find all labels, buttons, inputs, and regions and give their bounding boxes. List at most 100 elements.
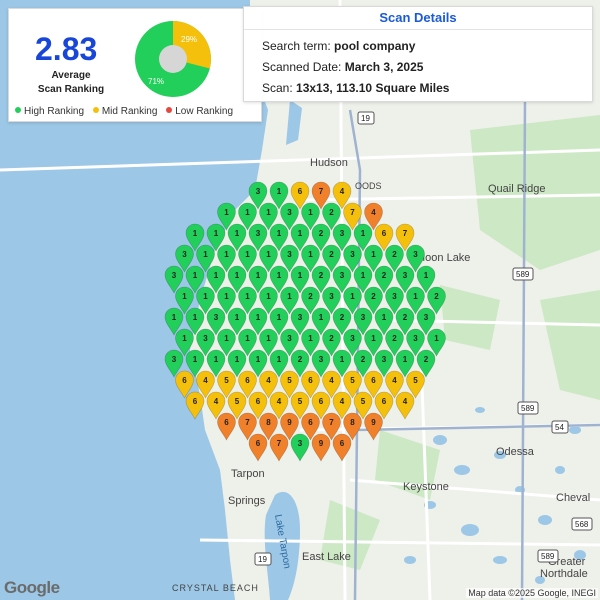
average-ranking-label: Average Scan Ranking [31, 69, 111, 97]
rank-pin-number: 2 [319, 271, 324, 280]
rank-pin-number: 3 [403, 271, 408, 280]
rank-pin-number: 1 [382, 313, 387, 322]
svg-text:Springs: Springs [228, 495, 266, 507]
rank-pin-number: 9 [371, 418, 376, 427]
rank-pin-number: 5 [413, 376, 418, 385]
legend-mid: Mid Ranking [92, 106, 158, 117]
search-term-row: Search term: pool company [262, 39, 415, 53]
rank-pin-number: 1 [371, 250, 376, 259]
rank-pin-number: 6 [382, 229, 387, 238]
rank-pin-number: 1 [193, 313, 198, 322]
legend-high-dot [15, 107, 21, 114]
rank-pin-number: 1 [256, 271, 261, 280]
rank-pin-number: 2 [424, 355, 429, 364]
legend-low-dot [166, 107, 173, 114]
rank-pin-number: 1 [424, 271, 429, 280]
rank-pin-number: 2 [329, 334, 334, 343]
donut-high-label: 71% [148, 77, 164, 86]
svg-text:Hudson: Hudson [310, 157, 348, 169]
rank-pin-number: 1 [256, 355, 261, 364]
rank-pin-number: 1 [361, 229, 366, 238]
rank-pin-number: 1 [403, 355, 408, 364]
rank-pin-number: 1 [319, 313, 324, 322]
rank-pin-number: 1 [214, 229, 219, 238]
rank-pin-number: 1 [235, 271, 240, 280]
rank-pin-number: 1 [277, 271, 282, 280]
scanned-date-label: Scanned Date: [262, 60, 345, 74]
rank-pin-number: 3 [413, 334, 418, 343]
rank-pin-number: 1 [245, 334, 250, 343]
rank-pin-number: 1 [266, 292, 271, 301]
rank-pin-number: 6 [308, 418, 313, 427]
rank-pin-number: 1 [235, 313, 240, 322]
average-label-line2: Scan Ranking [37, 84, 105, 95]
rank-pin-number: 1 [277, 187, 282, 196]
legend-mid-label: Mid Ranking [101, 106, 158, 117]
rank-pin-number: 1 [203, 292, 208, 301]
rank-pin-number: 3 [203, 334, 208, 343]
rank-pin-number: 1 [277, 229, 282, 238]
svg-text:589: 589 [516, 270, 530, 279]
rank-pin-number: 2 [392, 334, 397, 343]
rank-pin-number: 7 [245, 418, 250, 427]
rank-pin-number: 1 [266, 208, 271, 217]
svg-text:Northdale: Northdale [540, 568, 588, 580]
rank-pin-number: 7 [277, 439, 282, 448]
svg-text:19: 19 [258, 555, 267, 564]
rank-pin-number: 1 [298, 271, 303, 280]
rank-pin-number: 1 [277, 313, 282, 322]
summary-panel: 2.83 Average Scan Ranking 71% 29% High R… [8, 8, 262, 122]
rank-pin-number: 1 [340, 355, 345, 364]
rank-pin-number: 3 [287, 208, 292, 217]
scanned-date-value: March 3, 2025 [344, 60, 424, 74]
svg-text:Quail Ridge: Quail Ridge [488, 183, 545, 195]
rank-pin-number: 4 [403, 397, 408, 406]
rank-pin-number: 8 [266, 418, 271, 427]
rank-pin-number: 1 [235, 355, 240, 364]
rank-pin-number: 1 [266, 250, 271, 259]
svg-text:Tarpon: Tarpon [231, 468, 265, 480]
rank-pin-number: 2 [308, 292, 313, 301]
rank-pin-number: 2 [298, 355, 303, 364]
rank-pin-number: 1 [434, 334, 439, 343]
rank-pin-number: 2 [329, 208, 334, 217]
rank-pin-number: 1 [203, 250, 208, 259]
rank-pin-number: 4 [277, 397, 282, 406]
svg-text:CRYSTAL BEACH: CRYSTAL BEACH [172, 583, 259, 593]
donut-mid-label: 29% [181, 35, 197, 44]
rank-pin-number: 2 [329, 250, 334, 259]
rank-pin-number: 3 [340, 271, 345, 280]
rank-pin-number: 3 [298, 439, 303, 448]
rank-pin-number: 6 [193, 397, 198, 406]
rank-pin-number: 6 [308, 376, 313, 385]
scan-size-label: Scan: [262, 81, 297, 95]
rank-pin-number: 1 [224, 208, 229, 217]
rank-pin-number: 1 [308, 334, 313, 343]
rank-pin-number: 1 [245, 292, 250, 301]
rank-pin-number: 1 [413, 292, 418, 301]
rank-pin-number: 1 [308, 250, 313, 259]
rank-pin-number: 3 [298, 313, 303, 322]
rank-pin-number: 1 [245, 250, 250, 259]
svg-text:Keystone: Keystone [403, 481, 449, 493]
rank-pin-number: 6 [256, 397, 261, 406]
rank-pin-number: 3 [361, 313, 366, 322]
rank-pin-number: 1 [193, 229, 198, 238]
rank-pin-number: 4 [340, 397, 345, 406]
rank-pin-number: 1 [235, 229, 240, 238]
google-logo: Google [4, 578, 60, 597]
rank-pin-number: 2 [371, 292, 376, 301]
rank-pin-number: 6 [371, 376, 376, 385]
scan-size-value: 13x13, 113.10 Square Miles [296, 81, 450, 95]
rank-pin-number: 3 [392, 292, 397, 301]
rank-pin-number: 4 [266, 376, 271, 385]
rank-pin-number: 4 [340, 187, 345, 196]
rank-pin-number: 1 [193, 271, 198, 280]
rank-pin-number: 3 [256, 187, 261, 196]
rank-pin-number: 3 [350, 334, 355, 343]
svg-text:OODS: OODS [355, 181, 382, 191]
rank-pin-number: 1 [182, 334, 187, 343]
map-attribution[interactable]: Map data ©2025 Google, INEGI [466, 588, 598, 598]
rank-pin-number: 7 [319, 187, 324, 196]
search-term-label: Search term: [262, 39, 335, 53]
